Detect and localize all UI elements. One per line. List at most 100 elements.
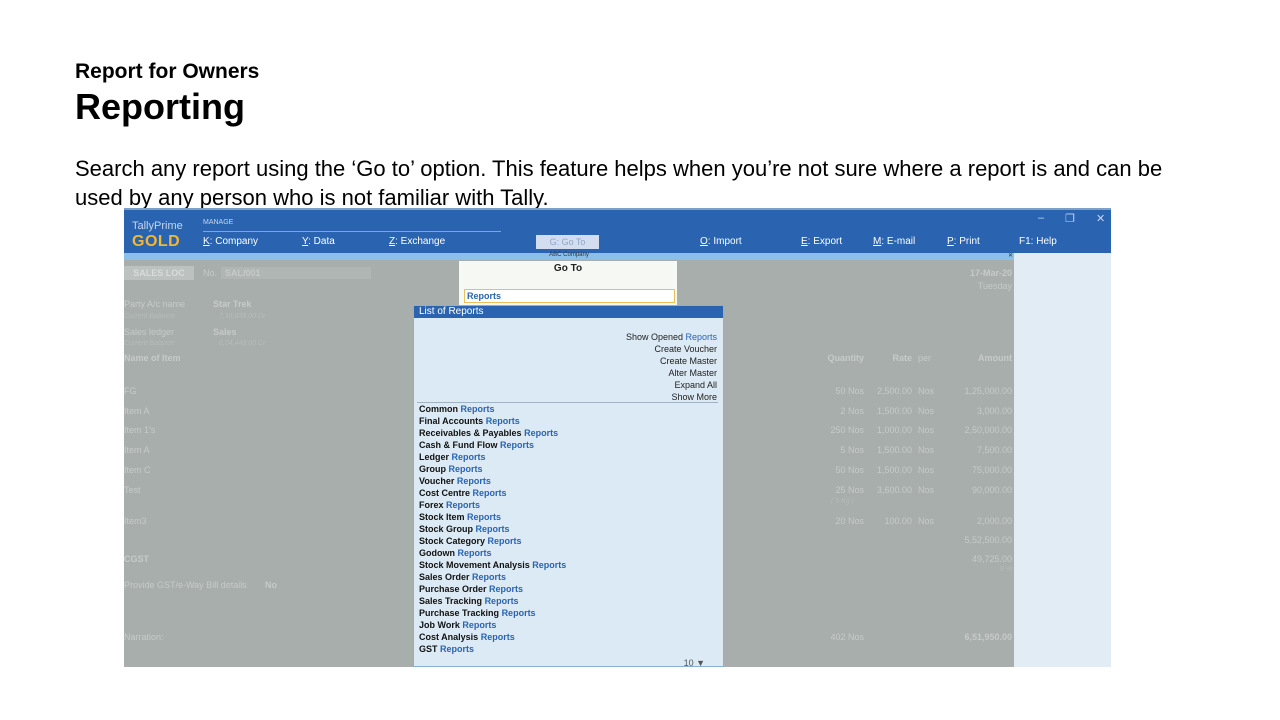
- goto-title: Go To: [553, 263, 583, 274]
- row-qty: 250 Nos: [830, 425, 864, 435]
- report-item-common[interactable]: Common Reports: [419, 404, 495, 414]
- table-row: FG: [124, 386, 137, 396]
- menu-export[interactable]: E: Export: [801, 236, 842, 247]
- report-item-group[interactable]: Group Reports: [419, 464, 483, 474]
- row-rate: 1,500.00: [876, 445, 912, 455]
- row-per: Nos: [918, 485, 935, 495]
- tax-amount: 49,725.00: [971, 554, 1012, 564]
- tax-rate: 9 %: [999, 566, 1012, 573]
- report-item-receivables-payables[interactable]: Receivables & Payables Reports: [419, 428, 558, 438]
- row-qty: 50 Nos: [835, 465, 864, 475]
- col-rate-header: Rate: [892, 353, 912, 363]
- slide-title: Reporting: [75, 86, 245, 127]
- action-show-more[interactable]: Show More: [671, 392, 717, 402]
- row-rate: 1,500.00: [876, 406, 912, 416]
- report-item-cost-centre[interactable]: Cost Centre Reports: [419, 488, 507, 498]
- report-item-gst[interactable]: GST Reports: [419, 644, 474, 654]
- menu-company[interactable]: K: Company: [203, 236, 258, 247]
- tally-window: TallyPrime GOLD MANAGE K: Company Y: Dat…: [124, 208, 1111, 667]
- row-per: Nos: [918, 445, 935, 455]
- table-row: Item A: [124, 406, 150, 416]
- voucher-type: SALES LOC: [124, 266, 194, 280]
- row-qty: 50 Nos: [835, 386, 864, 396]
- row-rate: 100.00: [884, 516, 912, 526]
- eway-label: Provide GST/e-Way Bill details: [124, 580, 247, 590]
- table-row: Item C: [124, 465, 151, 475]
- voucher-date: 17-Mar-20: [969, 268, 1012, 278]
- row-qty: 5 Nos: [840, 445, 864, 455]
- row-per: Nos: [918, 516, 935, 526]
- menu-import[interactable]: O: Import: [700, 236, 742, 247]
- report-item-final-accounts[interactable]: Final Accounts Reports: [419, 416, 520, 426]
- col-item-header: Name of Item: [124, 353, 181, 363]
- row-rate: 1,000.00: [876, 425, 912, 435]
- report-item-job-work[interactable]: Job Work Reports: [419, 620, 496, 630]
- ledger-balance: 6,04,448.00 Cr: [219, 340, 266, 347]
- sales-ledger-label: Sales ledger: [124, 327, 175, 337]
- report-item-voucher[interactable]: Voucher Reports: [419, 476, 491, 486]
- table-row: Test: [124, 485, 141, 495]
- restore-icon[interactable]: ❐: [1065, 212, 1075, 225]
- row-per: Nos: [918, 386, 935, 396]
- action-show-opened-reports[interactable]: Show Opened Reports: [626, 332, 717, 342]
- row-rate: 1,500.00: [876, 465, 912, 475]
- report-item-stock-movement-analysis[interactable]: Stock Movement Analysis Reports: [419, 560, 566, 570]
- report-item-forex[interactable]: Forex Reports: [419, 500, 480, 510]
- row-rate: 3,600.00: [876, 485, 912, 495]
- close-icon[interactable]: ✕: [1096, 212, 1105, 225]
- action-expand-all[interactable]: Expand All: [674, 380, 717, 390]
- col-amount-header: Amount: [978, 353, 1012, 363]
- report-item-purchase-order[interactable]: Purchase Order Reports: [419, 584, 523, 594]
- table-row: Item A: [124, 445, 150, 455]
- slide-subtitle: Report for Owners: [75, 60, 260, 83]
- list-divider: [417, 402, 718, 403]
- row-amount: 7,500.00: [976, 445, 1012, 455]
- party-balance: 7,16,838.00 Dr: [219, 313, 266, 320]
- tax-label: CGST: [124, 554, 150, 564]
- report-item-godown[interactable]: Godown Reports: [419, 548, 492, 558]
- report-item-stock-item[interactable]: Stock Item Reports: [419, 512, 501, 522]
- goto-search-input[interactable]: Reports: [464, 289, 675, 303]
- sales-ledger-value[interactable]: Sales: [213, 327, 237, 337]
- report-item-purchase-tracking[interactable]: Purchase Tracking Reports: [419, 608, 536, 618]
- row-per: Nos: [918, 406, 935, 416]
- eway-value[interactable]: No: [265, 580, 277, 590]
- close-small-icon[interactable]: ✕: [1008, 252, 1013, 259]
- menu-help[interactable]: F1: Help: [1019, 236, 1057, 247]
- action-alter-master[interactable]: Alter Master: [668, 368, 717, 378]
- row-qty: 25 Nos: [835, 485, 864, 495]
- report-item-sales-tracking[interactable]: Sales Tracking Reports: [419, 596, 519, 606]
- voucher-no[interactable]: SAL/001: [221, 267, 371, 279]
- manage-divider: [203, 231, 501, 232]
- row-sub-qty: ( 5 Kg ): [831, 498, 854, 505]
- party-balance-label: Current Balance: [124, 313, 175, 320]
- row-qty: 20 Nos: [835, 516, 864, 526]
- minimize-icon[interactable]: –: [1038, 212, 1044, 224]
- action-create-master[interactable]: Create Master: [660, 356, 717, 366]
- report-item-cost-analysis[interactable]: Cost Analysis Reports: [419, 632, 515, 642]
- company-name: ABC Company: [549, 252, 589, 258]
- menu-goto[interactable]: G: Go To: [536, 235, 599, 249]
- menu-print[interactable]: P: Print: [947, 236, 980, 247]
- report-item-ledger[interactable]: Ledger Reports: [419, 452, 486, 462]
- report-item-cash-fund-flow[interactable]: Cash & Fund Flow Reports: [419, 440, 534, 450]
- reports-list-panel: List of Reports Show Opened Reports Crea…: [413, 305, 724, 667]
- narration-label: Narration:: [124, 632, 164, 642]
- col-per-header: per: [918, 353, 932, 363]
- brand-name: TallyPrime: [132, 220, 183, 232]
- menu-exchange[interactable]: Z: Exchange: [389, 236, 445, 247]
- table-row: Item3: [124, 516, 147, 526]
- page-indicator[interactable]: 10 ▼: [684, 658, 705, 667]
- row-rate: 2,500.00: [876, 386, 912, 396]
- menu-email[interactable]: M: E-mail: [873, 236, 915, 247]
- voucher-no-label: No.: [203, 268, 218, 278]
- report-item-stock-category[interactable]: Stock Category Reports: [419, 536, 522, 546]
- report-item-stock-group[interactable]: Stock Group Reports: [419, 524, 510, 534]
- action-create-voucher[interactable]: Create Voucher: [654, 344, 717, 354]
- menu-data[interactable]: Y: Data: [302, 236, 335, 247]
- row-amount: 3,000.00: [976, 406, 1012, 416]
- report-item-sales-order[interactable]: Sales Order Reports: [419, 572, 506, 582]
- col-qty-header: Quantity: [827, 353, 864, 363]
- party-value[interactable]: Star Trek: [213, 299, 252, 309]
- reports-list-title: List of Reports: [414, 306, 723, 318]
